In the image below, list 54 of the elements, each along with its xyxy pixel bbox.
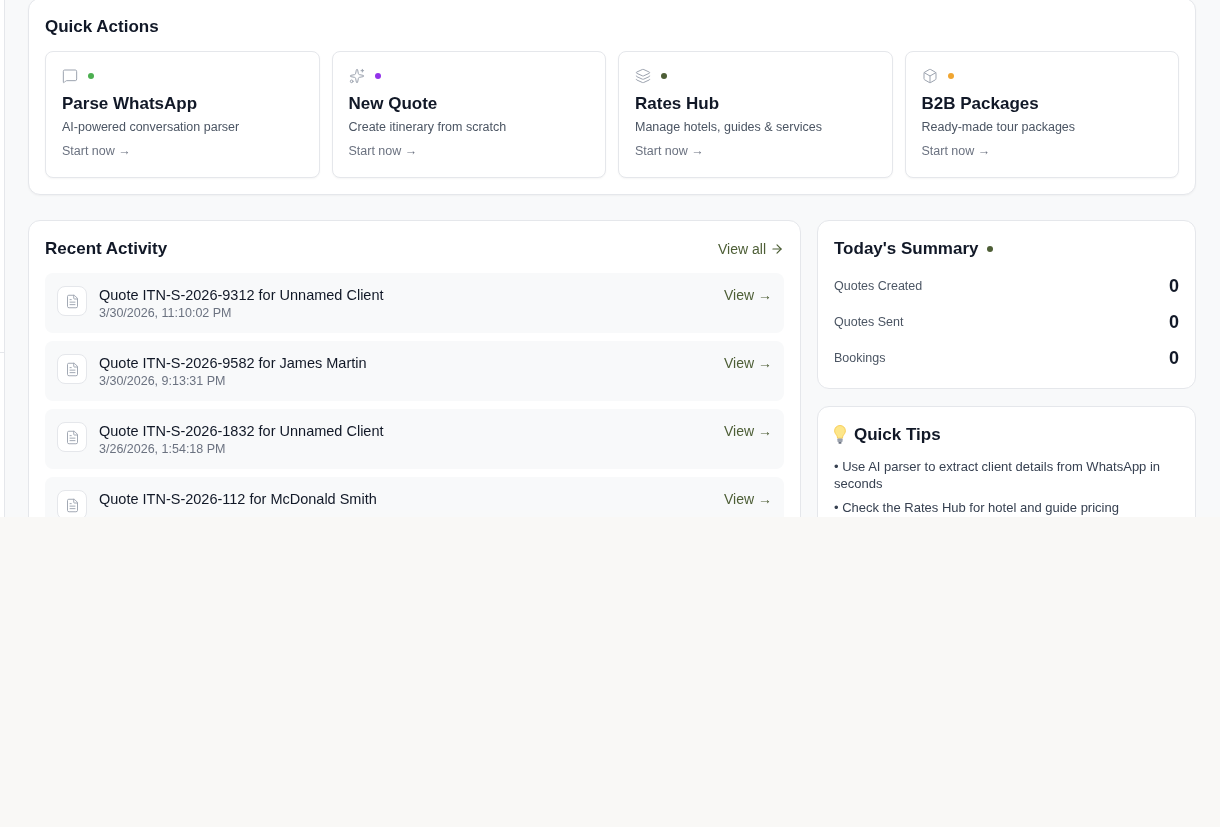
activity-title: Quote ITN-S-2026-9312 for Unnamed Client (99, 286, 385, 305)
lightbulb-icon (834, 425, 846, 445)
tip-text: • Check the Rates Hub for hotel and guide pricing (834, 499, 1120, 516)
start-now-link[interactable]: Start now → (62, 141, 131, 161)
section-title: Recent Activity (45, 238, 168, 260)
activity-timestamp: 3/26/2026, 1:54:18 PM (99, 441, 227, 457)
activity-row[interactable]: Quote ITN-S-2026-1832 for Unnamed Client 3/26/2026, 1:54:18 PM View → (45, 409, 784, 469)
start-now-link[interactable]: Start now → (635, 141, 704, 161)
action-description: AI-powered conversation parser (62, 119, 241, 136)
view-all-link[interactable]: View all (718, 239, 784, 259)
action-title: Rates Hub (635, 93, 721, 115)
quick-action-card[interactable]: New Quote Create itinerary from scratch Start now → (331, 51, 606, 178)
action-title: Parse WhatsApp (62, 93, 199, 115)
layers-icon (635, 68, 651, 84)
action-title: New Quote (348, 93, 439, 115)
document-icon (57, 422, 87, 452)
activity-timestamp: 3/30/2026, 9:13:31 PM (99, 373, 227, 389)
quick-action-card[interactable]: B2B Packages Ready-made tour packages Start now → (904, 51, 1179, 178)
activity-title: Quote ITN-S-2026-1832 for Unnamed Client (99, 422, 385, 441)
document-icon (57, 354, 87, 384)
view-link[interactable]: View → (724, 285, 772, 305)
sparkles-icon (348, 68, 365, 84)
stat-label: Bookings (834, 349, 886, 367)
view-link[interactable]: View → (724, 353, 772, 373)
action-description: Ready-made tour packages (921, 119, 1077, 136)
stat-value: 0 (1169, 346, 1179, 370)
action-description: Manage hotels, guides & services (635, 119, 823, 136)
stat-value: 0 (1169, 310, 1179, 334)
activity-row[interactable]: Quote ITN-S-2026-9312 for Unnamed Client 3/30/2026, 11:10:02 PM View → (45, 273, 784, 333)
activity-row[interactable]: Quote ITN-S-2026-9582 for James Martin 3/30/2026, 9:13:31 PM View → (45, 341, 784, 401)
stat-label: Quotes Sent (834, 313, 904, 331)
box-icon (921, 68, 938, 84)
quick-action-card[interactable]: Parse WhatsApp AI-powered conversation parser Start now → (45, 51, 320, 178)
activity-timestamp: 3/30/2026, 11:10:02 PM (99, 305, 233, 321)
tip-text: • Use AI parser to extract client details from WhatsApp in seconds (834, 458, 1162, 492)
stat-value: 0 (1169, 274, 1179, 298)
document-icon (57, 490, 87, 517)
arrow-right-icon (770, 242, 784, 256)
action-title: B2B Packages (921, 93, 1040, 115)
quick-action-card[interactable]: Rates Hub Manage hotels, guides & services Start now → (618, 51, 893, 178)
section-title: Quick Actions (45, 16, 160, 38)
view-link[interactable]: View → (724, 421, 772, 441)
document-icon (57, 286, 87, 316)
start-now-link[interactable]: Start now → (921, 141, 991, 161)
activity-title: Quote ITN-S-2026-112 for McDonald Smith (99, 490, 378, 509)
activity-title: Quote ITN-S-2026-9582 for James Martin (99, 354, 368, 373)
action-description: Create itinerary from scratch (348, 119, 508, 136)
activity-row[interactable]: Quote ITN-S-2026-112 for McDonald Smith View → (45, 477, 784, 517)
start-now-link[interactable]: Start now → (348, 141, 418, 161)
stat-label: Quotes Created (834, 277, 923, 295)
chat-bubble-icon (62, 68, 78, 84)
view-link[interactable]: View → (724, 489, 772, 509)
section-title: Today's Summary (834, 238, 979, 260)
section-title: Quick Tips (854, 424, 941, 446)
